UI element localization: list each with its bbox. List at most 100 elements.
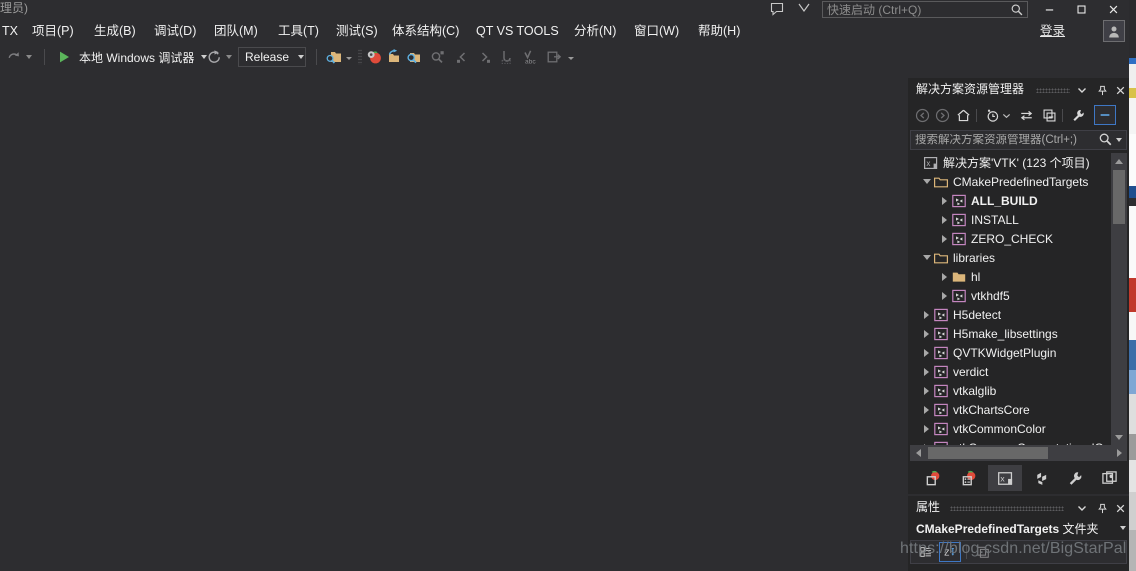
menu-item-tools[interactable]: 工具(T) [270, 18, 327, 44]
tree-row-vtkhdf5[interactable]: vtkhdf5 [910, 286, 1111, 305]
tree-horizontal-scrollbar[interactable] [910, 445, 1127, 461]
menu-item-team[interactable]: 团队(M) [206, 18, 266, 44]
solution-explorer-dropdown-button[interactable] [1074, 82, 1090, 98]
se-pending-changes-button[interactable] [982, 105, 1003, 125]
tree-twisty-expanded-icon[interactable] [920, 172, 933, 191]
se-sync-button[interactable] [1016, 105, 1037, 125]
properties-object-chevron-icon[interactable] [1120, 526, 1126, 530]
menu-item-test[interactable]: 测试(S) [328, 18, 386, 44]
tree-twisty-collapsed-icon[interactable] [920, 381, 933, 400]
menu-item-help[interactable]: 帮助(H) [690, 18, 748, 44]
tree-vertical-scrollbar[interactable] [1111, 153, 1127, 445]
restart-dropdown-button[interactable] [226, 46, 232, 68]
solution-explorer-search-box[interactable] [910, 130, 1127, 150]
properties-alphabetical-button[interactable]: Z [939, 542, 961, 562]
tree-row-h5detect[interactable]: H5detect [910, 305, 1111, 324]
tree-twisty-collapsed-icon[interactable] [920, 343, 933, 362]
tree-twisty-collapsed-icon[interactable] [920, 400, 933, 419]
tree-twisty-collapsed-icon[interactable] [938, 267, 951, 286]
properties-pin-button[interactable] [1094, 500, 1110, 516]
toolbar-overflow-dropdown[interactable] [566, 46, 575, 62]
tree-row-all-build[interactable]: ALL_BUILD [910, 191, 1111, 210]
tree-row-vtkchartscore[interactable]: vtkChartsCore [910, 400, 1111, 419]
search-icon[interactable] [1010, 3, 1024, 17]
tree-row-verdict[interactable]: verdict [910, 362, 1111, 381]
redo-dropdown-button[interactable] [26, 46, 32, 68]
tree-row-install[interactable]: INSTALL [910, 210, 1111, 229]
vertical-scroll-thumb[interactable] [1113, 170, 1125, 224]
tab-properties[interactable] [1058, 465, 1092, 491]
tab-resource-view[interactable] [1024, 465, 1058, 491]
properties-close-button[interactable] [1112, 500, 1128, 516]
navigate-backward-button[interactable] [455, 46, 471, 68]
solution-configuration-combo[interactable]: Release [238, 47, 306, 67]
feedback-balloon-icon[interactable] [768, 1, 786, 17]
tree-row-h5make-libsettings[interactable]: H5make_libsettings [910, 324, 1111, 343]
redo-button[interactable] [6, 46, 22, 68]
tab-preview[interactable] [1092, 465, 1126, 491]
close-button[interactable] [1097, 0, 1129, 18]
se-forward-button[interactable] [932, 105, 953, 125]
quick-launch-input[interactable] [827, 2, 995, 17]
tab-team-explorer[interactable] [916, 465, 950, 491]
scroll-up-arrow-icon[interactable] [1111, 153, 1127, 169]
maximize-button[interactable] [1065, 0, 1097, 18]
goto-definition-button[interactable] [500, 46, 516, 68]
properties-pages-button[interactable] [972, 542, 994, 562]
tree-row-solution[interactable]: x 解决方案'VTK' (123 个项目) [910, 153, 1111, 172]
menu-item-qt-vs-tools[interactable]: QT VS TOOLS [468, 18, 567, 44]
menu-item-architecture[interactable]: 体系结构(C) [384, 18, 467, 44]
tree-row-qvtkwidgetplugin[interactable]: QVTKWidgetPlugin [910, 343, 1111, 362]
properties-categorized-button[interactable] [915, 542, 937, 562]
solution-explorer-pin-button[interactable] [1094, 82, 1110, 98]
start-debugging-button[interactable]: 本地 Windows 调试器 [56, 46, 208, 68]
solution-explorer-close-button[interactable] [1112, 82, 1128, 98]
tree-row-cmakepredefinedtargets[interactable]: CMakePredefinedTargets [910, 172, 1111, 191]
se-home-button[interactable] [953, 105, 974, 125]
tree-row-zero-check[interactable]: ZERO_CHECK [910, 229, 1111, 248]
search-options-chevron-icon[interactable] [1116, 138, 1122, 142]
menu-item-build[interactable]: 生成(B) [86, 18, 144, 44]
menu-item-window[interactable]: 窗口(W) [626, 18, 687, 44]
properties-dropdown-button[interactable] [1074, 500, 1090, 516]
menu-item-tx[interactable]: TX [0, 18, 26, 44]
spellcheck-button[interactable]: abc [522, 46, 538, 68]
se-collapse-all-button[interactable] [1039, 105, 1060, 125]
toolbar-grip[interactable] [358, 49, 362, 65]
open-containing-folder-button[interactable] [386, 46, 402, 68]
horizontal-scroll-thumb[interactable] [928, 447, 1048, 459]
se-preview-selected-items-button[interactable] [1094, 105, 1116, 125]
find-reference-button[interactable] [430, 46, 446, 68]
scroll-left-arrow-icon[interactable] [910, 445, 926, 461]
quick-launch-chevron-icon[interactable] [796, 1, 812, 17]
sign-in-link[interactable]: 登录 [1040, 20, 1065, 42]
find-symbol-button[interactable] [406, 46, 422, 68]
se-properties-button[interactable] [1068, 105, 1089, 125]
find-in-files-button[interactable] [326, 46, 342, 68]
tree-row-vtkcommoncolor[interactable]: vtkCommonColor [910, 419, 1111, 438]
tree-twisty-expanded-icon[interactable] [920, 248, 933, 267]
restart-button[interactable] [206, 46, 222, 68]
navigate-forward-button[interactable] [476, 46, 492, 68]
tree-twisty-collapsed-icon[interactable] [920, 324, 933, 343]
tree-row-hl[interactable]: hl [910, 267, 1111, 286]
scroll-right-arrow-icon[interactable] [1111, 445, 1127, 461]
menu-item-analyze[interactable]: 分析(N) [566, 18, 624, 44]
minimize-button[interactable] [1033, 0, 1065, 18]
tree-twisty-collapsed-icon[interactable] [938, 229, 951, 248]
menu-item-project[interactable]: 项目(P) [24, 18, 82, 44]
tree-row-vtkcommoncomputationalgeometry[interactable]: vtkCommonComputationalGeometry [910, 438, 1111, 445]
tab-solution-explorer[interactable]: x [988, 465, 1022, 491]
tree-twisty-collapsed-icon[interactable] [920, 305, 933, 324]
tree-row-libraries[interactable]: libraries [910, 248, 1111, 267]
quick-launch-box[interactable] [822, 1, 1028, 18]
solution-explorer-search-input[interactable] [911, 134, 1098, 146]
find-in-files-dropdown[interactable] [344, 46, 353, 62]
search-icon[interactable] [1098, 132, 1114, 148]
account-avatar[interactable] [1103, 20, 1125, 42]
scroll-down-arrow-icon[interactable] [1111, 429, 1127, 445]
menu-item-debug[interactable]: 调试(D) [146, 18, 204, 44]
tree-twisty-collapsed-icon[interactable] [938, 286, 951, 305]
tree-twisty-collapsed-icon[interactable] [920, 362, 933, 381]
tree-twisty-collapsed-icon[interactable] [938, 210, 951, 229]
